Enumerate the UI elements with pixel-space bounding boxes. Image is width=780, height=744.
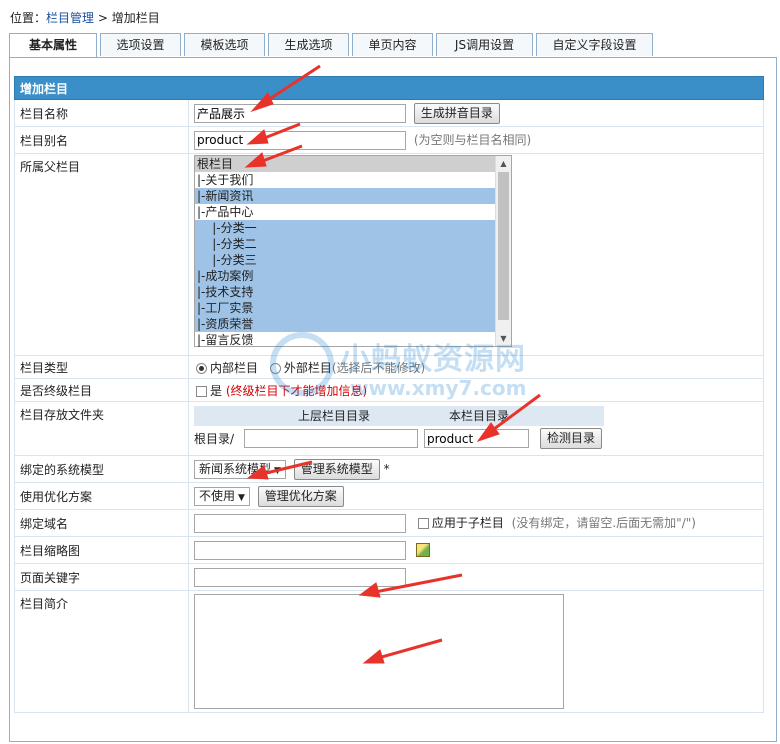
- keywords-input[interactable]: [194, 567, 406, 587]
- type-label: 栏目类型: [14, 355, 189, 379]
- parent-option[interactable]: |-技术支持: [195, 284, 495, 300]
- tab-generate[interactable]: 生成选项: [268, 33, 349, 56]
- manage-model-button[interactable]: 管理系统模型: [293, 458, 380, 480]
- folder-col-parent: 上层栏目目录: [244, 405, 424, 426]
- optimize-label: 使用优化方案: [14, 482, 189, 510]
- listbox-scrollbar[interactable]: ▲ ▼: [495, 156, 511, 346]
- model-label: 绑定的系统模型: [14, 455, 189, 483]
- thumb-label: 栏目缩略图: [14, 536, 189, 564]
- root-prefix: 根目录/: [194, 432, 235, 446]
- model-select-value: 新闻系统模型: [199, 461, 272, 476]
- chevron-down-icon: ▼: [274, 465, 281, 476]
- chevron-down-icon: ▼: [238, 492, 245, 503]
- parent-option[interactable]: |-分类二: [195, 236, 495, 252]
- scroll-up-icon[interactable]: ▲: [496, 156, 511, 171]
- tab-js-call[interactable]: JS调用设置: [436, 33, 533, 56]
- column-alias-input[interactable]: [194, 130, 406, 150]
- alias-hint: (为空则与栏目名相同): [413, 132, 532, 147]
- parent-option[interactable]: |-分类三: [195, 252, 495, 268]
- folder-col-self: 本栏目目录: [424, 405, 534, 426]
- breadcrumb-separator: >: [97, 11, 108, 25]
- radio-internal-label: 内部栏目: [210, 360, 259, 375]
- parent-dir-input[interactable]: [244, 429, 418, 448]
- final-check-label: 是: [210, 383, 223, 398]
- parent-option[interactable]: |-关于我们: [195, 172, 495, 188]
- alias-label: 栏目别名: [14, 126, 189, 154]
- apply-child-label: 应用于子栏目: [431, 515, 504, 530]
- tab-basic[interactable]: 基本属性: [9, 33, 97, 58]
- parent-column-listbox[interactable]: 根栏目 |-关于我们 |-新闻资讯 |-产品中心 |-分类一 |-分类二 |-分类三 |…: [194, 155, 512, 347]
- intro-label: 栏目简介: [14, 590, 189, 713]
- optimize-select-value: 不使用: [199, 488, 236, 503]
- radio-external[interactable]: [269, 362, 281, 374]
- name-label: 栏目名称: [14, 99, 189, 127]
- scroll-down-icon[interactable]: ▼: [496, 331, 511, 346]
- apply-child-checkbox[interactable]: [417, 517, 429, 529]
- breadcrumb-link-column-manage[interactable]: 栏目管理: [46, 11, 94, 25]
- parent-option[interactable]: |-工厂实景: [195, 300, 495, 316]
- folder-label: 栏目存放文件夹: [14, 401, 189, 456]
- tab-bar: 基本属性 选项设置 模板选项 生成选项 单页内容 JS调用设置 自定义字段设置: [9, 33, 656, 58]
- tab-single-page[interactable]: 单页内容: [352, 33, 433, 56]
- parent-option[interactable]: |-产品中心: [195, 204, 495, 220]
- type-hint: (选择后不能修改): [331, 360, 426, 375]
- form-header: 增加栏目: [14, 76, 764, 100]
- radio-external-label: 外部栏目: [283, 360, 332, 375]
- final-checkbox[interactable]: [196, 385, 207, 397]
- required-mark: *: [383, 461, 390, 476]
- model-select[interactable]: 新闻系统模型 ▼: [194, 459, 286, 479]
- parent-option[interactable]: |-成功案例: [195, 268, 495, 284]
- breadcrumb: 位置：栏目管理 > 增加栏目: [10, 9, 160, 26]
- breadcrumb-prefix: 位置：: [10, 11, 47, 25]
- domain-label: 绑定域名: [14, 509, 189, 537]
- parent-option[interactable]: 根栏目: [195, 156, 495, 172]
- radio-internal[interactable]: [196, 362, 207, 374]
- parent-option[interactable]: |-资质荣誉: [195, 316, 495, 332]
- self-dir-input[interactable]: [424, 429, 529, 448]
- thumb-input[interactable]: [194, 540, 406, 560]
- breadcrumb-current: 增加栏目: [111, 11, 160, 25]
- final-note: (终级栏目下才能增加信息): [225, 383, 368, 398]
- domain-input[interactable]: [194, 513, 406, 533]
- optimize-select[interactable]: 不使用 ▼: [194, 486, 250, 506]
- tab-template[interactable]: 模板选项: [184, 33, 265, 56]
- add-column-form: 增加栏目 栏目名称 生成拼音目录 栏目别名 (为空则与栏目名相同) 所属父栏目 …: [14, 76, 764, 713]
- final-label: 是否终级栏目: [14, 378, 189, 402]
- domain-hint: (没有绑定，请留空.后面无需加"/"): [511, 515, 696, 530]
- tab-options[interactable]: 选项设置: [100, 33, 181, 56]
- manage-optimize-button[interactable]: 管理优化方案: [257, 485, 344, 507]
- parent-option[interactable]: |-留言反馈: [195, 332, 495, 348]
- generate-pinyin-button[interactable]: 生成拼音目录: [413, 102, 500, 124]
- scroll-thumb[interactable]: [498, 172, 509, 320]
- parent-option[interactable]: |-新闻资讯: [195, 188, 495, 204]
- parent-option[interactable]: |-分类一: [195, 220, 495, 236]
- parent-label: 所属父栏目: [14, 153, 189, 356]
- intro-textarea[interactable]: [194, 594, 564, 709]
- image-upload-icon[interactable]: [415, 543, 430, 557]
- column-name-input[interactable]: [194, 103, 406, 123]
- keywords-label: 页面关键字: [14, 563, 189, 591]
- tab-custom-fields[interactable]: 自定义字段设置: [536, 33, 653, 56]
- check-dir-button[interactable]: 检测目录: [540, 428, 603, 449]
- folder-table: 上层栏目目录 本栏目目录 根目录/ 检测目录: [194, 405, 604, 452]
